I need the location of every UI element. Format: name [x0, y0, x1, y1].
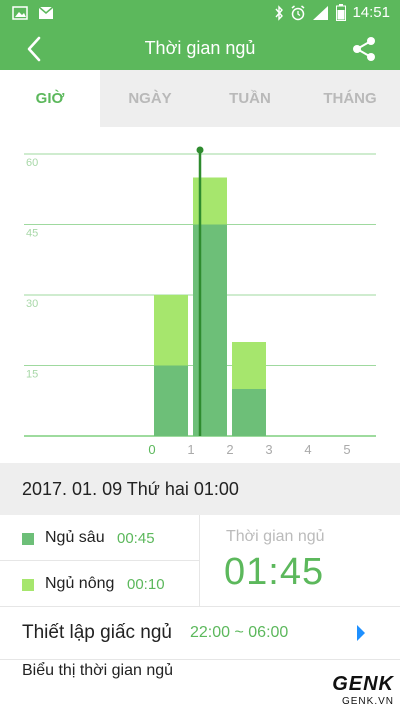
- watermark-url: GENK.VN: [341, 696, 394, 707]
- signal-icon: [313, 5, 329, 20]
- app-bar: Thời gian ngủ: [0, 28, 400, 70]
- x-tick-label: 5: [343, 442, 350, 457]
- x-tick-label: 2: [226, 442, 233, 457]
- y-tick-label: 60: [26, 157, 38, 169]
- watermark: GENK GENK.VN: [332, 673, 394, 707]
- share-button[interactable]: [350, 35, 378, 63]
- bar-light-sleep: [154, 295, 188, 366]
- selected-date-row: 2017. 01. 09 Thứ hai 01:00: [0, 463, 400, 515]
- light-sleep-swatch: [22, 579, 34, 591]
- sleep-setting-label: Thiết lập giấc ngủ: [22, 622, 172, 643]
- deep-sleep-row: Ngủ sâu 00:45: [0, 515, 200, 561]
- x-tick-label: 0: [148, 442, 155, 457]
- total-sleep-label: Thời gian ngủ: [226, 528, 325, 545]
- sleep-bar-chart[interactable]: 153045600 1 2 3 4 5: [0, 127, 400, 463]
- play-arrow-icon[interactable]: [357, 625, 365, 641]
- total-sleep-value: 01:45: [224, 551, 325, 593]
- y-tick-label: 30: [26, 298, 38, 310]
- watermark-logo: GENK: [332, 673, 394, 695]
- sleep-chart-area[interactable]: 15 30 45 60 0 1 2 3 4 5: [0, 127, 400, 463]
- light-sleep-value: 00:10: [127, 576, 165, 593]
- display-sleep-time-label: Biểu thị thời gian ngủ: [22, 662, 174, 679]
- x-tick-label: 4: [304, 442, 311, 457]
- y-tick-label: 15: [26, 369, 38, 381]
- gmail-icon: [38, 6, 54, 19]
- deep-sleep-value: 00:45: [117, 530, 155, 547]
- tab-hour[interactable]: GIỜ: [0, 70, 100, 127]
- selected-date: 2017. 01. 09 Thứ hai 01:00: [22, 479, 239, 499]
- system-icons: 14:51: [274, 4, 390, 21]
- clock-time: 14:51: [352, 4, 390, 21]
- bar-light-sleep: [232, 342, 266, 389]
- share-icon: [353, 37, 375, 61]
- bar-deep-sleep: [232, 389, 266, 436]
- tab-week[interactable]: TUẦN: [200, 70, 300, 127]
- bar-deep-sleep: [193, 224, 227, 436]
- image-icon: [12, 6, 28, 20]
- x-tick-label: 3: [265, 442, 272, 457]
- sleep-setting-value: 22:00 ~ 06:00: [190, 624, 289, 641]
- bar-deep-sleep: [154, 365, 188, 436]
- alarm-icon: [291, 4, 305, 20]
- tab-day[interactable]: NGÀY: [100, 70, 200, 127]
- page-title: Thời gian ngủ: [144, 38, 256, 58]
- light-sleep-label: Ngủ nông: [45, 575, 115, 592]
- period-tabs: GIỜ NGÀY TUẦN THÁNG: [0, 70, 400, 127]
- deep-sleep-swatch: [22, 533, 34, 545]
- selection-cursor-knob: [196, 146, 204, 154]
- deep-sleep-label: Ngủ sâu: [45, 529, 105, 546]
- sleep-details: Ngủ sâu 00:45 Ngủ nông 00:10 Thời gian n…: [0, 515, 400, 607]
- notification-icons: [12, 6, 54, 20]
- x-tick-label: 1: [187, 442, 194, 457]
- battery-icon: [336, 4, 347, 21]
- light-sleep-row: Ngủ nông 00:10: [0, 561, 200, 607]
- y-tick-label: 45: [26, 228, 38, 240]
- bluetooth-icon: [275, 4, 284, 21]
- status-bar: 14:51: [0, 0, 400, 28]
- tab-month[interactable]: THÁNG: [300, 70, 400, 127]
- bar-light-sleep: [193, 177, 227, 225]
- sleep-setting-row[interactable]: Thiết lập giấc ngủ 22:00 ~ 06:00: [0, 607, 400, 659]
